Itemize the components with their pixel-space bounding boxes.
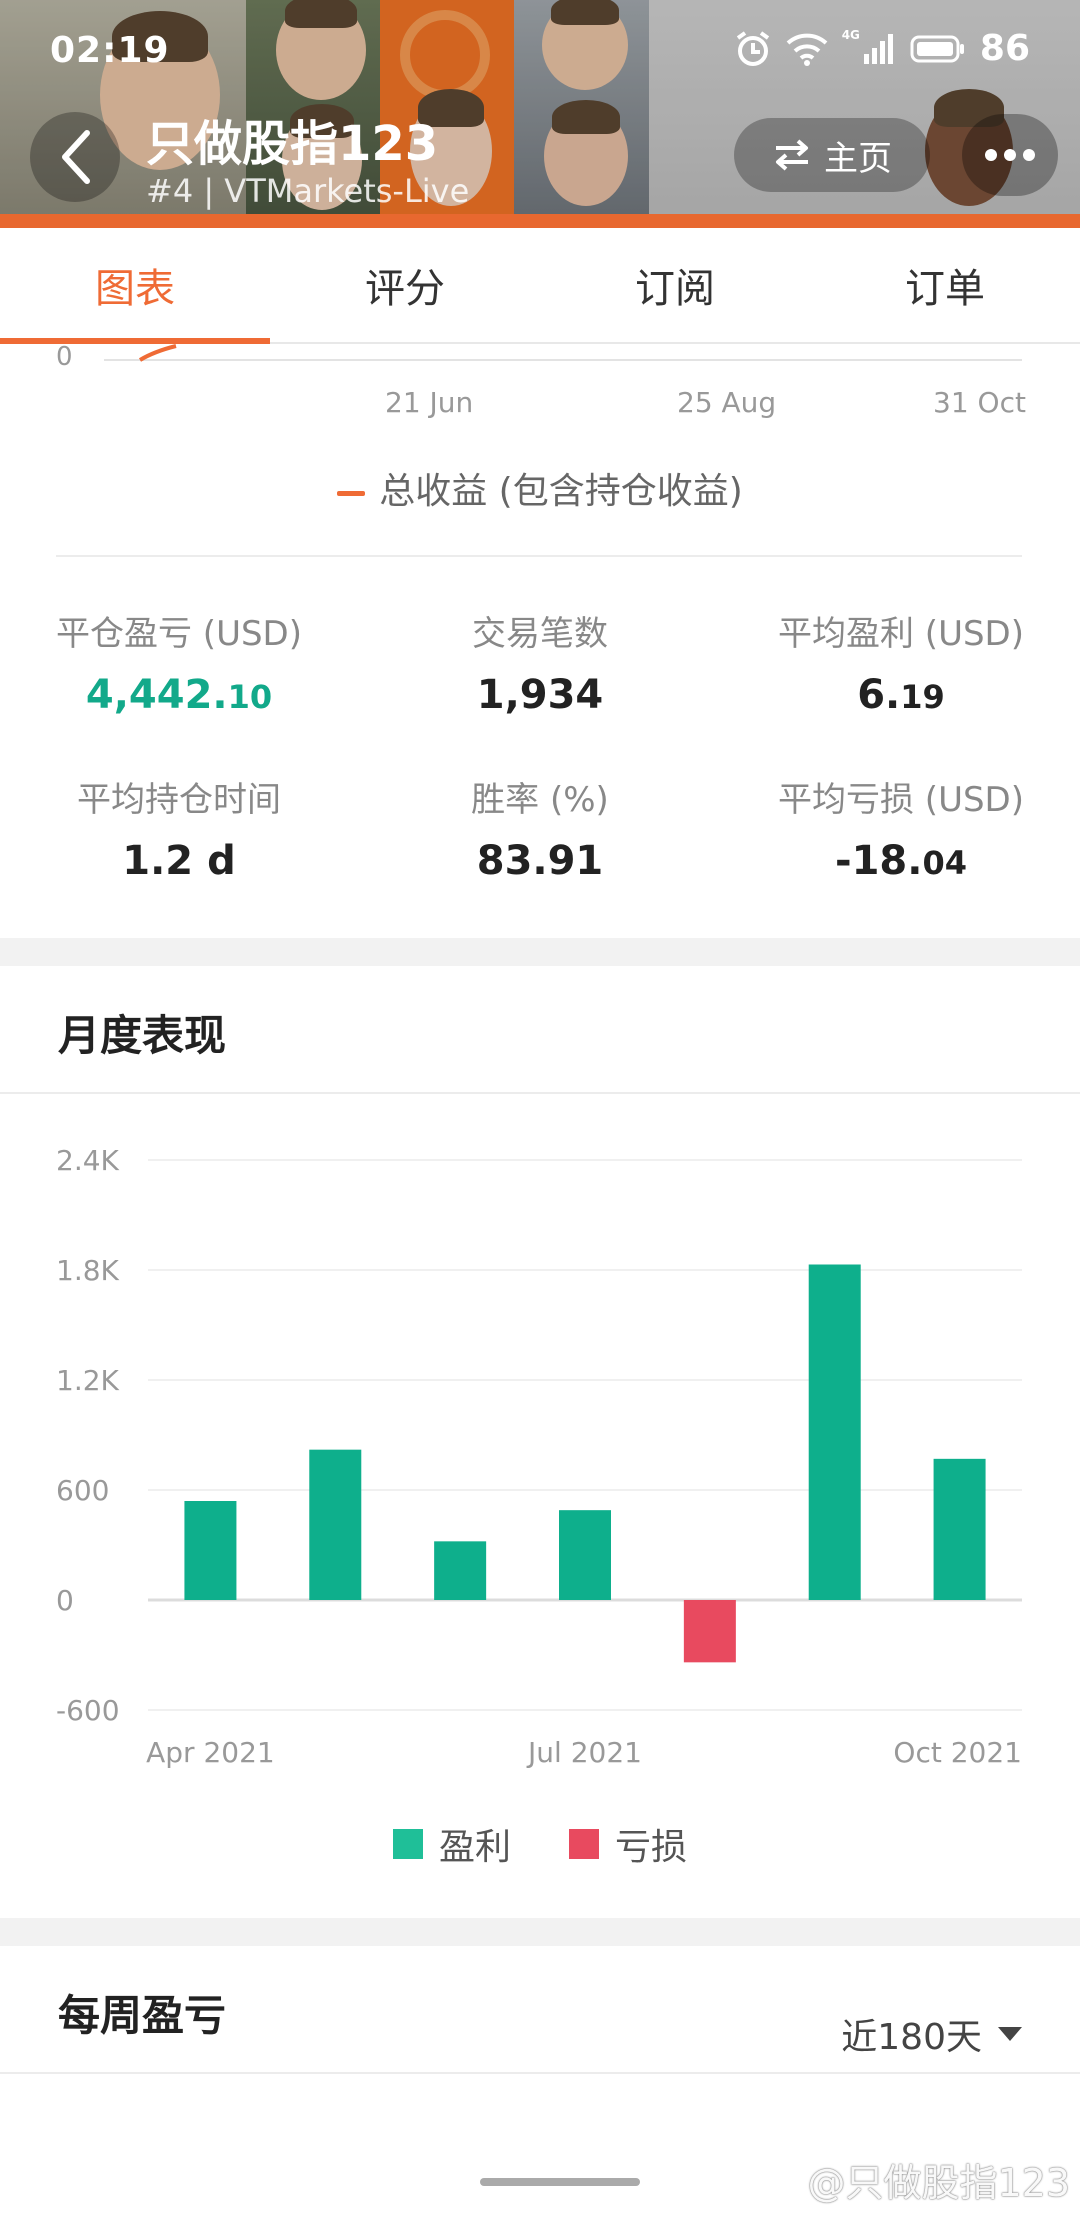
back-button[interactable]: [30, 112, 120, 202]
tab-chart[interactable]: 图表: [0, 228, 270, 344]
monthly-bar-chart: 2.4K 1.8K 1.2K 600 0 -600 Apr 2021 Jul 2021 Oct …: [56, 1144, 1022, 1769]
stat-label-avg-loss: 平均亏损 (USD): [778, 780, 1024, 820]
y-tick-label: 1.8K: [56, 1254, 120, 1287]
tab-orders[interactable]: 订单: [810, 228, 1080, 342]
monthly-section-title: 月度表现: [58, 1011, 227, 1060]
range-dropdown[interactable]: 近180天: [841, 2008, 1022, 2060]
tab-subscribe[interactable]: 订阅: [540, 228, 810, 342]
stat-value-avg-loss: -18.04: [835, 838, 967, 884]
stat-label-avg-profit: 平均盈利 (USD): [778, 614, 1024, 654]
bar-apr-2021[interactable]: [184, 1501, 237, 1600]
tab-rating[interactable]: 评分: [270, 228, 540, 342]
equity-chart-fragment: [104, 344, 1022, 362]
battery-level: 86: [979, 28, 1030, 69]
section-gap: [0, 938, 1080, 966]
wifi-icon: [786, 33, 828, 66]
equity-y-tick: 0: [56, 342, 73, 372]
divider: [0, 1092, 1080, 1094]
stat-value-avg-profit: 6.19: [857, 672, 945, 718]
y-tick-label: 600: [56, 1474, 109, 1507]
stat-label-closed-pnl: 平仓盈亏 (USD): [56, 614, 302, 654]
legend-label-loss: 亏损: [615, 1827, 688, 1868]
stat-value-closed-pnl: 4,442.10: [85, 672, 273, 718]
watermark: @只做股指123: [807, 2161, 1070, 2205]
equity-line: [138, 344, 177, 362]
bar-aug-2021[interactable]: [683, 1600, 736, 1663]
trader-header: 02:19 4G 86 只做股指123 #4 | VTMarkets-Live …: [0, 0, 1080, 228]
caret-down-icon: [998, 2027, 1022, 2041]
stat-value-trade-count: 1,934: [476, 672, 604, 718]
network-type-label: 4G: [841, 28, 860, 42]
stat-value-win-rate: 83.91: [476, 838, 604, 884]
y-tick-label: 2.4K: [56, 1144, 120, 1177]
y-tick-label: 0: [56, 1584, 74, 1617]
switch-arrows-icon: [776, 139, 808, 171]
weekly-section-title: 每周盈亏: [58, 1991, 227, 2040]
equity-x-tick: 25 Aug: [677, 386, 777, 419]
status-icons: 4G 86: [734, 28, 1030, 69]
x-tick-label: Apr 2021: [146, 1736, 275, 1769]
alarm-icon: [736, 30, 769, 66]
divider: [0, 2072, 1080, 2074]
bar-sep-2021[interactable]: [808, 1264, 861, 1601]
more-options-button[interactable]: [962, 114, 1058, 196]
bar-jul-2021[interactable]: [559, 1510, 611, 1600]
legend-label-profit: 盈利: [438, 1827, 511, 1868]
stat-label-avg-hold-time: 平均持仓时间: [77, 780, 281, 820]
equity-legend-swatch: [337, 490, 366, 496]
stat-label-win-rate: 胜率 (%): [471, 780, 609, 820]
legend-item-profit[interactable]: 盈利: [392, 1818, 511, 1870]
equity-x-tick: 31 Oct: [933, 386, 1026, 419]
signal-icon: [863, 33, 893, 64]
tab-bar: 图表 评分 订阅 订单: [0, 228, 1080, 344]
monthly-legend: 盈利 亏损: [0, 1818, 1080, 1870]
trader-rank-broker: #4 | VTMarkets-Live: [146, 172, 470, 210]
legend-swatch-loss: [569, 1829, 599, 1859]
home-indicator[interactable]: [480, 2178, 640, 2186]
y-tick-label: -600: [56, 1694, 120, 1727]
y-tick-label: 1.2K: [56, 1364, 120, 1397]
x-tick-label: Oct 2021: [893, 1736, 1022, 1769]
bar-jun-2021[interactable]: [434, 1541, 487, 1600]
battery-icon: [910, 35, 964, 62]
stat-value-avg-hold-time: 1.2 d: [122, 838, 236, 884]
bar-oct-2021[interactable]: [933, 1458, 986, 1600]
equity-legend-label: 总收益 (包含持仓收益): [379, 471, 743, 512]
range-dropdown-label: 近180天: [841, 2017, 982, 2058]
legend-item-loss[interactable]: 亏损: [569, 1818, 687, 1870]
legend-swatch-profit: [392, 1829, 423, 1859]
chevron-left-icon: [62, 130, 90, 184]
home-button[interactable]: 主页: [734, 118, 930, 192]
equity-x-tick: 21 Jun: [385, 386, 474, 419]
home-button-label: 主页: [824, 138, 892, 179]
more-dots-icon: [985, 149, 997, 161]
equity-legend: 总收益 (包含持仓收益): [0, 462, 1080, 514]
divider: [56, 555, 1022, 557]
x-tick-label: Jul 2021: [526, 1736, 642, 1769]
section-gap: [0, 1918, 1080, 1946]
stat-label-trade-count: 交易笔数: [472, 614, 608, 654]
trader-name: 只做股指123: [146, 116, 439, 172]
bar-may-2021[interactable]: [309, 1449, 362, 1600]
status-time: 02:19: [50, 30, 170, 71]
